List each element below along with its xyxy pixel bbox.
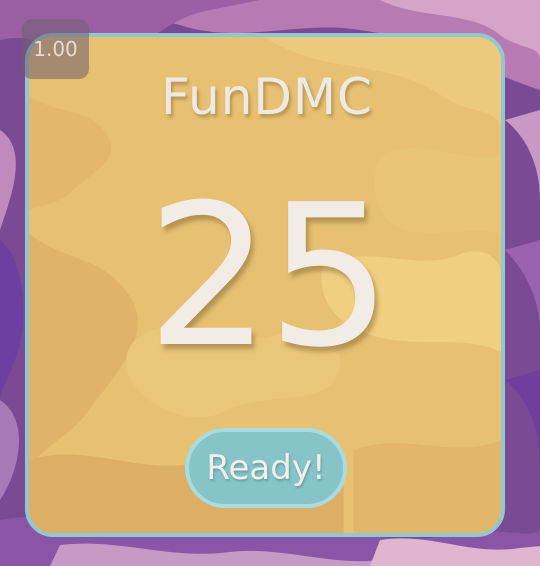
game-title: FunDMC [161,68,373,126]
countdown-number: 25 [146,163,391,391]
ready-button[interactable]: Ready! [185,428,347,508]
